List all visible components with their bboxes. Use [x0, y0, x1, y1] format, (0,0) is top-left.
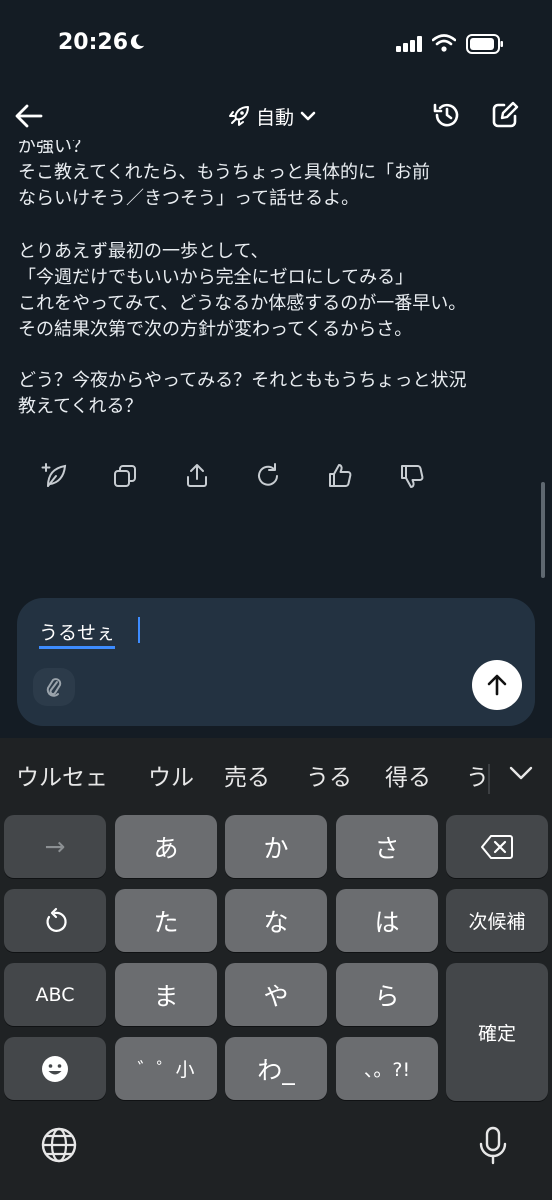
attach-button[interactable] [33, 668, 75, 706]
key-ha[interactable]: は [336, 889, 438, 952]
moon-icon [130, 34, 145, 50]
battery-icon [466, 34, 503, 54]
undo-icon [46, 907, 67, 932]
globe-icon[interactable] [40, 1126, 78, 1164]
message-composer[interactable]: うるせぇ [17, 598, 535, 726]
key-ta[interactable]: た [115, 889, 217, 952]
assistant-message-paragraph: とりあえず最初の一歩として、 「今週だけでもいいから完全にゼロにしてみる」 これ… [18, 241, 467, 340]
model-mode-selector[interactable]: 自動 [228, 100, 316, 132]
key-ka[interactable]: か [225, 815, 327, 878]
wifi-icon [432, 34, 456, 52]
candidate-bar: ウルセェ ウル 売る うる 得る う [0, 738, 552, 810]
key-undo[interactable] [4, 889, 106, 952]
key-punctuation[interactable]: 、。?! [336, 1037, 438, 1100]
key-abc[interactable]: ABC [4, 963, 106, 1026]
thumbs-up-icon[interactable] [326, 462, 354, 490]
copy-icon[interactable] [111, 462, 139, 490]
assistant-message-paragraph: が強い？ そこ教えてくれたら、もうちょっと具体的に「お前 ならいけそう／きつそう… [18, 140, 431, 209]
emoji-icon [42, 1055, 68, 1082]
chat-thread: が強い？ そこ教えてくれたら、もうちょっと具体的に「お前 ならいけそう／きつそう… [0, 140, 552, 600]
regenerate-icon[interactable] [254, 462, 282, 490]
key-sa[interactable]: さ [336, 815, 438, 878]
thumbs-down-icon[interactable] [398, 462, 426, 490]
paperclip-icon [46, 678, 62, 697]
key-ra[interactable]: ら [336, 963, 438, 1026]
app-bar: 自動 [0, 92, 552, 140]
microphone-icon[interactable] [478, 1126, 508, 1166]
key-ma[interactable]: ま [115, 963, 217, 1026]
candidate-item[interactable]: うる [306, 758, 352, 792]
chevron-down-icon [300, 111, 316, 121]
arrow-up-icon [487, 674, 507, 696]
status-bar: 20:26 [0, 0, 552, 92]
chat-scrollbar[interactable] [541, 482, 545, 578]
history-icon[interactable] [432, 100, 462, 130]
message-input[interactable]: うるせぇ [39, 618, 116, 649]
key-backspace[interactable] [446, 815, 548, 878]
candidate-item[interactable]: う [466, 758, 489, 792]
candidate-item[interactable]: 得る [385, 758, 431, 792]
status-time: 20:26 [58, 30, 129, 55]
mode-label: 自動 [256, 106, 295, 129]
rocket-icon [229, 106, 249, 126]
send-button[interactable] [472, 660, 522, 710]
new-chat-icon[interactable] [490, 100, 520, 130]
message-actions [0, 458, 552, 492]
candidate-divider [488, 764, 490, 794]
key-a[interactable]: あ [115, 815, 217, 878]
chevron-down-icon[interactable] [508, 764, 534, 782]
share-icon[interactable] [183, 462, 211, 490]
key-wa[interactable]: わ_ [225, 1037, 327, 1100]
candidate-item[interactable]: 売る [224, 758, 270, 792]
sparkle-leaf-icon[interactable] [40, 462, 68, 490]
key-na[interactable]: な [225, 889, 327, 952]
key-dakuten[interactable]: ゛゜小 [115, 1037, 217, 1100]
signal-icon [396, 36, 422, 52]
candidate-item[interactable]: ウル [148, 758, 194, 792]
japanese-keyboard: ウルセェ ウル 売る うる 得る う → あ か さ た な は 次候補 ABC… [0, 738, 552, 1200]
backspace-icon [481, 834, 513, 859]
candidate-item[interactable]: ウルセェ [16, 758, 108, 792]
back-arrow-icon[interactable] [14, 102, 44, 130]
text-caret [138, 617, 140, 643]
assistant-message-paragraph: どう？今夜からやってみる？それとももうちょっと状況 教えてくれる？ [18, 370, 467, 417]
key-next-candidate[interactable]: 次候補 [446, 889, 548, 952]
key-arrow[interactable]: → [4, 815, 106, 878]
key-emoji[interactable] [4, 1037, 106, 1100]
key-confirm[interactable]: 確定 [446, 963, 548, 1101]
key-ya[interactable]: や [225, 963, 327, 1026]
